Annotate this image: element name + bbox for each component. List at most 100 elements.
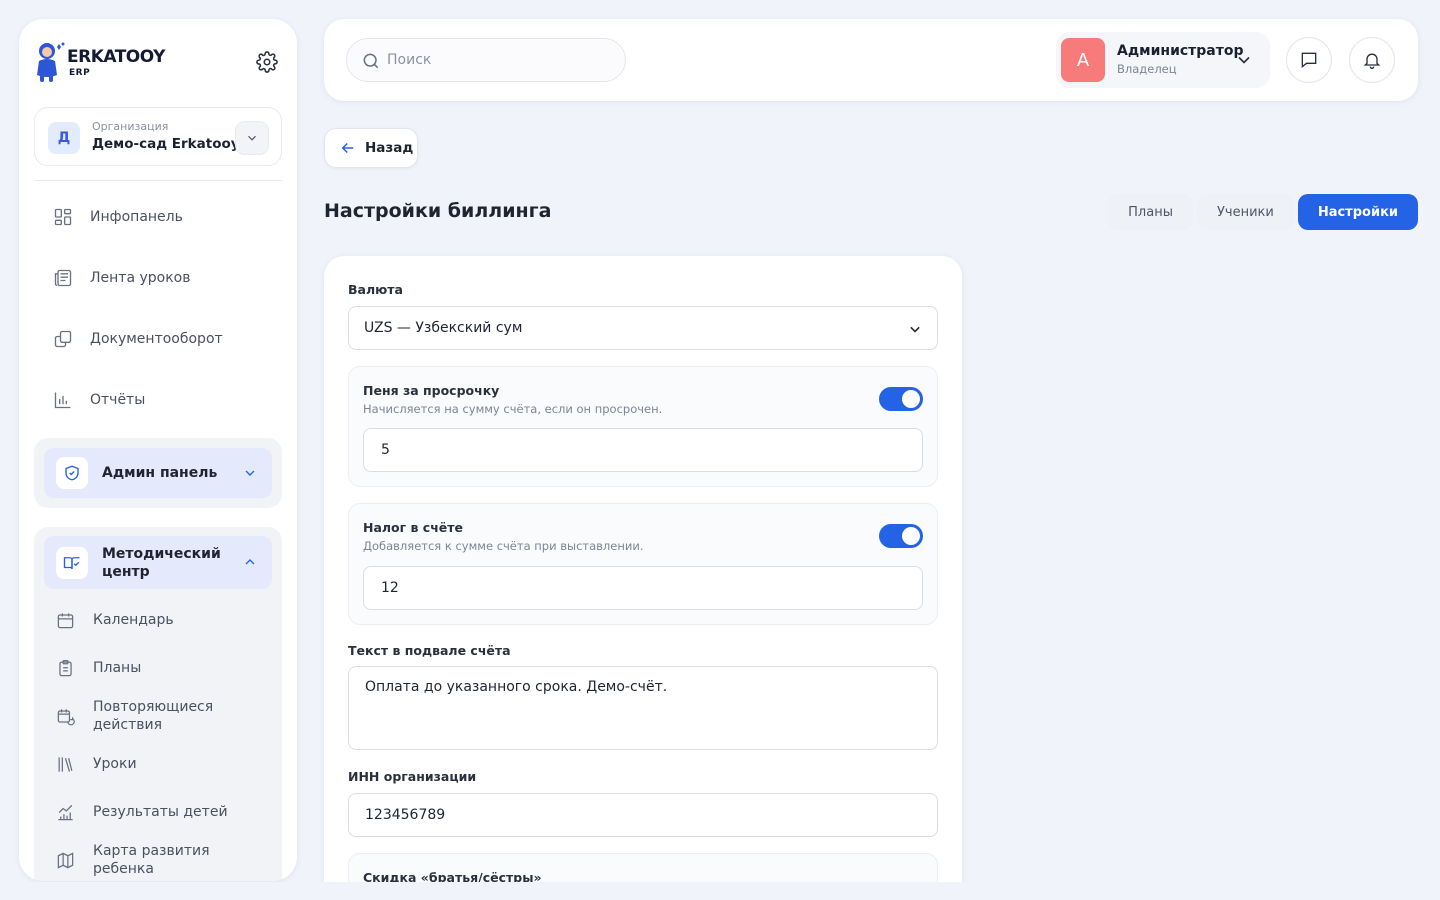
sidebar-divider	[34, 180, 282, 181]
search-icon	[363, 53, 379, 69]
inn-value: 123456789	[365, 807, 446, 823]
tax-toggle[interactable]	[879, 524, 923, 548]
tax-input[interactable]: 12	[363, 566, 923, 610]
tab-plans[interactable]: Планы	[1108, 194, 1193, 230]
admin-group-label: Админ панель	[102, 465, 218, 481]
footer-text-input[interactable]: Оплата до указанного срока. Демо-счёт.	[348, 666, 938, 750]
chat-icon	[1301, 52, 1317, 69]
sidebar-item-label: Уроки	[93, 756, 137, 772]
org-avatar: Д	[48, 122, 80, 154]
penalty-title: Пеня за просрочку	[363, 383, 500, 398]
documents-icon	[54, 330, 72, 348]
library-icon	[58, 756, 72, 772]
feed-icon	[54, 269, 72, 287]
book-check-icon	[63, 557, 80, 570]
sidebar-item-recurring[interactable]: Повторяющиеся действия	[44, 696, 272, 736]
sidebar-item-calendar[interactable]: Календарь	[44, 600, 272, 640]
sidebar-item-plans[interactable]: Планы	[44, 648, 272, 688]
sidebar-item-dashboard[interactable]: Инфопанель	[34, 195, 282, 239]
tab-bar: Планы Ученики Настройки	[1108, 194, 1418, 230]
chevron-down-icon	[1238, 56, 1250, 64]
toggle-knob	[902, 527, 920, 545]
logo-mascot-icon	[37, 42, 65, 82]
org-selector[interactable]: Д Организация Демо-сад Erkatooy	[34, 107, 282, 166]
admin-group-header[interactable]: Админ панель	[44, 448, 272, 498]
user-role: Владелец	[1117, 62, 1177, 76]
sidebar-item-label: Календарь	[93, 612, 174, 628]
tax-title: Налог в счёте	[363, 520, 463, 535]
footer-text-label: Текст в подвале счёта	[348, 643, 511, 658]
chevron-up-icon	[245, 559, 255, 565]
user-menu[interactable]: A Администратор Владелец	[1056, 32, 1270, 88]
sidebar-item-label: Планы	[93, 660, 142, 676]
back-button[interactable]: Назад	[324, 128, 418, 168]
chevron-down-icon	[245, 470, 255, 476]
penalty-input[interactable]: 5	[363, 428, 923, 472]
sidebar-item-documents[interactable]: Документооборот	[34, 317, 282, 361]
method-center-header[interactable]: Методический центр	[44, 536, 272, 589]
sidebar-item-label: Документооборот	[90, 331, 223, 347]
page-bottom-fade	[0, 882, 1440, 900]
reports-icon	[54, 392, 71, 409]
map-icon	[57, 851, 73, 869]
method-center-group: Методический центр Календарь Планы Повто…	[34, 527, 282, 881]
logo-row: ERKATOOY ERP	[33, 39, 283, 85]
penalty-toggle[interactable]	[879, 387, 923, 411]
chevron-down-icon	[910, 326, 920, 333]
notifications-button[interactable]	[1349, 37, 1395, 83]
toggle-knob	[902, 390, 920, 408]
method-center-label: Методический центр	[102, 546, 221, 580]
calendar-icon	[57, 612, 73, 628]
penalty-hint: Начисляется на сумму счёта, если он прос…	[363, 402, 663, 416]
sidebar-item-lesson-feed[interactable]: Лента уроков	[34, 256, 282, 300]
sidebar-item-label: Отчёты	[90, 392, 146, 408]
top-bar: A Администратор Владелец	[324, 19, 1418, 101]
chevron-down-icon	[248, 135, 256, 141]
currency-value: UZS — Узбекский сум	[364, 320, 523, 336]
billing-settings-form: Валюта UZS — Узбекский сум Пеня за проср…	[324, 256, 962, 900]
shield-check-icon	[65, 465, 79, 481]
currency-select[interactable]: UZS — Узбекский сум	[348, 306, 938, 350]
footer-text-value: Оплата до указанного срока. Демо-счёт.	[365, 679, 668, 695]
inn-label: ИНН организации	[348, 769, 477, 784]
org-dropdown-button[interactable]	[235, 121, 269, 155]
sidebar-item-lessons[interactable]: Уроки	[44, 744, 272, 784]
tab-settings[interactable]: Настройки	[1297, 194, 1418, 230]
tax-value: 12	[381, 580, 399, 596]
sidebar-item-label: Повторяющиеся действия	[93, 699, 214, 733]
tax-section: Налог в счёте Добавляется к сумме счёта …	[348, 503, 938, 625]
gear-icon[interactable]	[256, 51, 278, 73]
inn-input[interactable]: 123456789	[348, 793, 938, 837]
sidebar-item-label: Инфопанель	[90, 209, 183, 225]
admin-group: Админ панель	[34, 438, 282, 508]
user-name: Администратор	[1117, 43, 1244, 59]
dashboard-icon	[54, 208, 72, 226]
sidebar-item-label: Лента уроков	[90, 270, 191, 286]
org-name: Демо-сад Erkatooy	[92, 136, 240, 152]
chart-trend-icon	[57, 804, 73, 820]
calendar-repeat-icon	[57, 708, 75, 725]
search-input[interactable]	[387, 39, 617, 81]
search-box[interactable]	[346, 38, 626, 82]
avatar: A	[1061, 38, 1105, 82]
bell-icon	[1363, 53, 1381, 69]
sidebar: ERKATOOY ERP Д Организация Демо-сад Erka…	[19, 19, 297, 881]
penalty-section: Пеня за просрочку Начисляется на сумму с…	[348, 366, 938, 487]
penalty-value: 5	[381, 442, 390, 458]
arrow-left-icon	[341, 142, 354, 154]
back-button-label: Назад	[365, 140, 414, 156]
tax-hint: Добавляется к сумме счёта при выставлени…	[363, 539, 644, 553]
sidebar-item-results[interactable]: Результаты детей	[44, 792, 272, 832]
brand-sub: ERP	[69, 68, 91, 78]
sidebar-item-development-map[interactable]: Карта развития ребенка	[44, 840, 272, 880]
sidebar-item-label: Карта развития ребенка	[93, 843, 210, 877]
sidebar-item-reports[interactable]: Отчёты	[34, 378, 282, 422]
clipboard-icon	[58, 659, 72, 676]
sidebar-item-label: Результаты детей	[93, 804, 228, 820]
page-title: Настройки биллинга	[324, 200, 552, 222]
org-label: Организация	[92, 120, 169, 133]
brand-name: ERKATOOY	[67, 47, 165, 67]
currency-label: Валюта	[348, 282, 403, 297]
messages-button[interactable]	[1286, 37, 1332, 83]
tab-students[interactable]: Ученики	[1196, 194, 1294, 230]
